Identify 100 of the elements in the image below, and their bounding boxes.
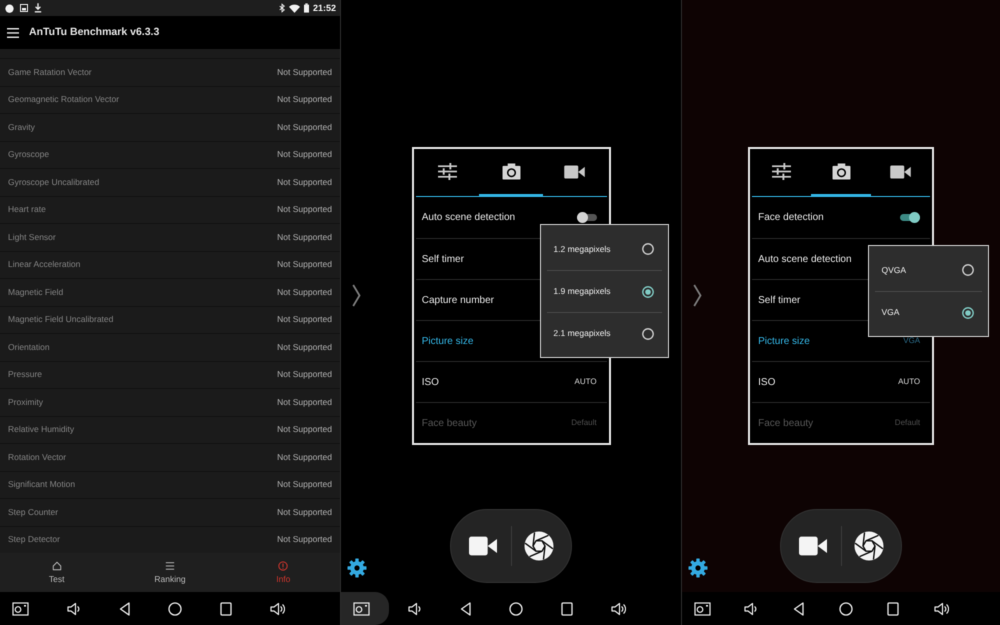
popup-option[interactable]: QVGA (875, 249, 982, 291)
sensor-name: Orientation (8, 340, 50, 354)
screenshot-icon (12, 602, 29, 616)
screenshot-icon (694, 602, 711, 616)
setting-label[interactable]: ISO (422, 374, 439, 390)
sensor-status: Not Supported (277, 258, 332, 272)
volume-up-icon (610, 602, 626, 616)
sensor-status: Not Supported (277, 506, 332, 519)
image-icon (20, 4, 28, 12)
sensor-name: Magnetic Field Uncalibrated (8, 313, 114, 326)
sensor-status: Not Supported (277, 313, 332, 326)
setting-label[interactable]: Capture number (422, 292, 494, 308)
circle-icon (5, 4, 14, 12)
toggle-switch[interactable] (576, 212, 597, 223)
setting-value: AUTO (574, 376, 597, 388)
volume-up-icon (270, 602, 285, 616)
settings-icon[interactable] (347, 558, 367, 578)
home-icon (52, 561, 62, 572)
home-circle-icon (509, 602, 524, 616)
home-circle-icon (168, 602, 182, 616)
back-icon (460, 602, 471, 616)
radio-button[interactable] (962, 306, 974, 318)
setting-label[interactable]: Self timer (422, 252, 464, 266)
recent-apps-icon (220, 602, 232, 616)
sensor-status: Not Supported (277, 368, 332, 382)
sliders-icon (438, 163, 458, 180)
camera-icon (832, 163, 851, 180)
recent-apps-icon (887, 602, 900, 616)
radio-button[interactable] (642, 328, 654, 340)
volume-down-icon (408, 602, 421, 616)
sensor-status: Not Supported (277, 230, 332, 244)
sensor-status: Not Supported (277, 120, 332, 134)
setting-value: Default (571, 417, 597, 429)
sensor-status: Not Supported (277, 176, 332, 189)
setting-value: Default (894, 417, 920, 429)
nav-tab[interactable]: Ranking (113, 553, 227, 592)
sensor-name: Significant Motion (8, 478, 76, 492)
sensor-status: Not Supported (277, 66, 332, 79)
popup-option[interactable]: 1.9 megapixels (547, 270, 662, 312)
setting-label[interactable]: Auto scene detection (758, 252, 852, 266)
menu-icon[interactable] (7, 28, 19, 38)
sensor-name: Game Ratation Vector (8, 66, 92, 79)
sensor-name: Rotation Vector (8, 450, 66, 464)
sensor-name: Step Counter (8, 506, 58, 519)
setting-label[interactable]: Auto scene detection (422, 210, 516, 225)
popup-option[interactable]: 2.1 megapixels (547, 312, 662, 354)
sensor-name: Gyroscope (8, 148, 50, 162)
video-camera-icon (798, 536, 827, 556)
setting-label[interactable]: ISO (758, 374, 776, 390)
popup-option[interactable]: VGA (875, 291, 982, 333)
setting-label[interactable]: Picture size (758, 334, 810, 348)
wifi-icon (288, 4, 300, 12)
recent-apps-icon (561, 602, 574, 616)
sensor-name: Pressure (8, 368, 42, 382)
setting-label[interactable]: Self timer (758, 292, 800, 308)
radio-button[interactable] (962, 264, 974, 276)
setting-label[interactable]: Face detection (758, 210, 824, 225)
sensor-status: Not Supported (277, 286, 332, 299)
video-camera-icon (564, 164, 586, 178)
status-time: 21:52 (312, 4, 336, 12)
volume-down-icon (66, 602, 80, 616)
setting-value: AUTO (898, 376, 920, 388)
radio-button[interactable] (642, 243, 654, 255)
radio-button[interactable] (642, 286, 654, 298)
sensor-status: Not Supported (277, 148, 332, 162)
list-icon (164, 561, 175, 572)
sensor-name: Geomagnetic Rotation Vector (8, 93, 120, 106)
screenshot-icon (353, 602, 370, 616)
sensor-name: Gravity (8, 120, 35, 134)
sensor-name: Light Sensor (8, 230, 56, 244)
sensor-name: Relative Humidity (8, 423, 74, 436)
sensor-status: Not Supported (277, 478, 332, 492)
chevron-right-icon[interactable] (352, 284, 361, 307)
sensor-name: Linear Acceleration (8, 258, 80, 272)
volume-up-icon (934, 602, 949, 616)
camera-icon (502, 163, 521, 180)
settings-icon[interactable] (688, 558, 708, 578)
toggle-switch[interactable] (900, 212, 920, 223)
battery-icon (304, 3, 309, 13)
shutter-icon (524, 531, 554, 561)
app-title: AnTuTu Benchmark v6.3.3 (29, 24, 160, 40)
back-icon (118, 602, 130, 616)
sensor-name: Heart rate (8, 203, 46, 216)
screenshot-button[interactable] (341, 592, 389, 625)
sliders-icon (772, 163, 792, 180)
sensor-status: Not Supported (277, 340, 332, 354)
chevron-right-icon[interactable] (693, 284, 702, 307)
download-icon (34, 3, 42, 13)
sensor-name: Gyroscope Uncalibrated (8, 176, 100, 189)
bluetooth-icon (278, 3, 285, 13)
home-circle-icon (838, 602, 853, 616)
shutter-icon (854, 531, 884, 561)
popup-option[interactable]: 1.2 megapixels (547, 228, 662, 270)
setting-value: VGA (903, 335, 920, 347)
sensor-name: Proximity (8, 396, 43, 409)
nav-tab[interactable]: Test (0, 553, 114, 592)
video-camera-icon (468, 536, 497, 556)
setting-label[interactable]: Picture size (422, 334, 474, 348)
video-camera-icon (890, 164, 911, 178)
sensor-status: Not Supported (277, 93, 332, 106)
